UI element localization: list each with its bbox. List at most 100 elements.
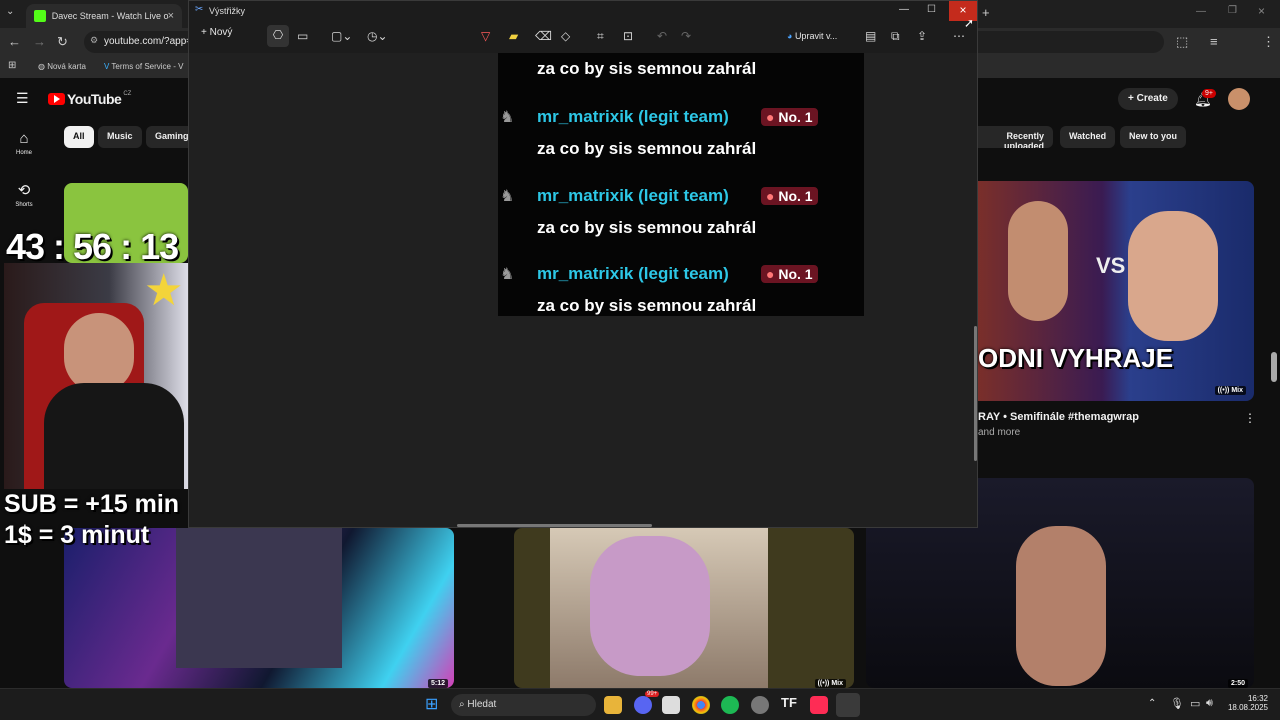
person-left-image: [1008, 201, 1068, 321]
hamburger-menu-icon[interactable]: ☰: [16, 90, 29, 107]
chat-avatar-icon: ♞: [500, 266, 515, 283]
chip-watched[interactable]: Watched: [1060, 126, 1116, 148]
highlighter-icon[interactable]: ▰: [509, 29, 518, 43]
video-thumbnail-anime[interactable]: 5:12: [64, 528, 454, 688]
edit-in-paint-button[interactable]: ◕ Upravit v...: [787, 31, 837, 41]
snip-maximize-icon[interactable]: ☐: [927, 4, 936, 15]
tiktok-icon[interactable]: [810, 696, 828, 714]
media-icon[interactable]: ≡: [1210, 34, 1218, 49]
snipping-title: Výstřižky: [209, 6, 245, 16]
network-icon[interactable]: ▭: [1190, 697, 1200, 710]
snip-hscrollbar[interactable]: [457, 524, 652, 527]
text-actions-icon[interactable]: ⊡: [623, 29, 633, 43]
spotify-icon[interactable]: [721, 696, 739, 714]
close-window-icon[interactable]: ×: [1258, 4, 1265, 18]
new-tab-icon[interactable]: +: [982, 5, 990, 20]
copy-icon[interactable]: ⧉: [891, 29, 900, 44]
notification-badge: 9+: [1202, 89, 1216, 98]
plus-icon: +: [1128, 93, 1137, 104]
steam-icon[interactable]: [836, 693, 860, 717]
bookmark-terms[interactable]: V Terms of Service - V: [104, 62, 183, 71]
streamer-face: [64, 313, 134, 393]
file-explorer-icon[interactable]: [604, 696, 622, 714]
snip-minimize-icon[interactable]: —: [899, 4, 909, 15]
sidebar-item-home[interactable]: ⌂ Home: [6, 130, 42, 156]
snip-shape-icon[interactable]: ▢⌄: [331, 29, 352, 43]
tab-title: Davec Stream - Watch Live on K: [51, 11, 168, 21]
chip-all[interactable]: All: [64, 126, 94, 148]
discord-badge: 99+: [645, 691, 660, 697]
tab-search-icon[interactable]: ⌄: [6, 6, 14, 17]
menu-kebab-icon[interactable]: ⋮: [1262, 34, 1275, 50]
bookmark-label: Nová karta: [47, 62, 86, 71]
crop-icon[interactable]: ⌗: [597, 29, 604, 44]
more-options-icon[interactable]: ⋯: [953, 29, 965, 43]
chip-recently-uploaded[interactable]: Recently uploaded: [978, 126, 1053, 148]
delay-timer-icon[interactable]: ◷⌄: [367, 29, 388, 43]
video-duration: 5:12: [427, 679, 448, 688]
new-snip-button[interactable]: + Nový: [201, 27, 232, 38]
video-thumbnail-versus[interactable]: VS ODNI VYHRAJE ((•)) Mix: [978, 181, 1254, 401]
volume-icon[interactable]: 🔊︎: [1206, 697, 1213, 710]
girl-photo: [550, 528, 768, 688]
chat-message: ♞ mr_matrixik (legit team) ● No. 1 za co…: [498, 264, 864, 316]
windows-start-icon[interactable]: ⊞: [425, 694, 443, 713]
sidebar-label: Home: [15, 150, 32, 156]
video-options-icon[interactable]: ⋮: [1244, 411, 1256, 425]
video-mode-icon[interactable]: ▭: [297, 29, 308, 43]
globe-icon: ◍: [38, 62, 48, 71]
clock-date: 18.08.2025: [1227, 703, 1268, 712]
sub-rule-text: SUB = +15 min: [4, 490, 180, 518]
share-icon[interactable]: ⇪: [917, 29, 927, 43]
chat-badge: ● No. 1: [761, 187, 818, 205]
sidebar-item-shorts[interactable]: ⟲ Shorts: [6, 181, 42, 208]
back-icon[interactable]: ←: [8, 34, 21, 49]
chip-music[interactable]: Music: [98, 126, 142, 148]
badge-icon: ●: [766, 266, 779, 282]
mix-badge: ((•)) Mix: [814, 679, 846, 688]
eraser-icon[interactable]: ⌫: [535, 29, 552, 43]
page-scrollbar[interactable]: [1271, 352, 1277, 382]
paint-icon: ◕: [787, 31, 795, 41]
clock[interactable]: 16:32 18.08.2025: [1224, 694, 1268, 712]
microphone-icon[interactable]: 🎙︎: [1170, 697, 1184, 710]
chip-new-to-you[interactable]: New to you: [1120, 126, 1187, 148]
extensions-icon[interactable]: ⬚: [1176, 34, 1188, 50]
tab-close-icon[interactable]: ×: [168, 10, 174, 22]
snip-scrollbar[interactable]: [974, 326, 977, 461]
bookmark-new-tab[interactable]: ◍ Nová karta: [38, 62, 86, 71]
snipping-tool-taskbar-icon[interactable]: [662, 696, 680, 714]
reload-icon[interactable]: ↻: [57, 34, 68, 50]
account-avatar[interactable]: [1228, 88, 1250, 110]
video-title[interactable]: RAY • Semifinále #themagwrap: [978, 411, 1139, 423]
shapes-icon[interactable]: ◇: [561, 29, 570, 43]
minimize-icon[interactable]: —: [1196, 6, 1206, 17]
region-code: CZ: [123, 91, 132, 97]
browser-tab[interactable]: Davec Stream - Watch Live on K ×: [26, 4, 182, 28]
chip-gaming[interactable]: Gaming: [146, 126, 188, 148]
chrome-icon[interactable]: [692, 696, 710, 714]
thumbnail-overlay-text: ODNI VYHRAJE: [978, 343, 1174, 373]
save-icon[interactable]: ▤: [865, 29, 876, 43]
video-thumbnail-girl[interactable]: ((•)) Mix: [514, 528, 854, 688]
search-placeholder: Hledat: [467, 699, 497, 710]
taskbar-search[interactable]: ⌕ Hledat: [451, 694, 596, 716]
taskbar: ⊞ ⌕ Hledat 99+ TF ⌃ 🎙︎ ▭ 🔊︎ 16:32 18.08.…: [0, 688, 1280, 720]
screenshot-mode-icon[interactable]: ⎔: [267, 25, 289, 47]
settings-app-icon[interactable]: [751, 696, 769, 714]
maximize-icon[interactable]: ❐: [1228, 5, 1237, 16]
undo-icon[interactable]: ↶: [657, 29, 667, 43]
youtube-logo[interactable]: YouTube CZ: [48, 91, 131, 107]
apps-grid-icon[interactable]: ⊞: [8, 60, 16, 71]
captured-chat-image: za co by sis semnou zahrál ♞ mr_matrixik…: [498, 53, 864, 316]
create-button[interactable]: + Create: [1118, 88, 1178, 110]
badge-icon: ●: [766, 188, 779, 204]
discord-icon[interactable]: [634, 696, 652, 714]
forward-icon[interactable]: →: [33, 34, 46, 49]
tf-app-icon[interactable]: TF: [781, 695, 799, 713]
url-text: youtube.com/?app=: [104, 36, 193, 47]
site-info-icon[interactable]: ⚙: [90, 35, 98, 46]
tray-chevron-icon[interactable]: ⌃: [1148, 698, 1156, 709]
pen-icon[interactable]: ▽: [481, 29, 490, 43]
redo-icon[interactable]: ↷: [681, 29, 691, 43]
